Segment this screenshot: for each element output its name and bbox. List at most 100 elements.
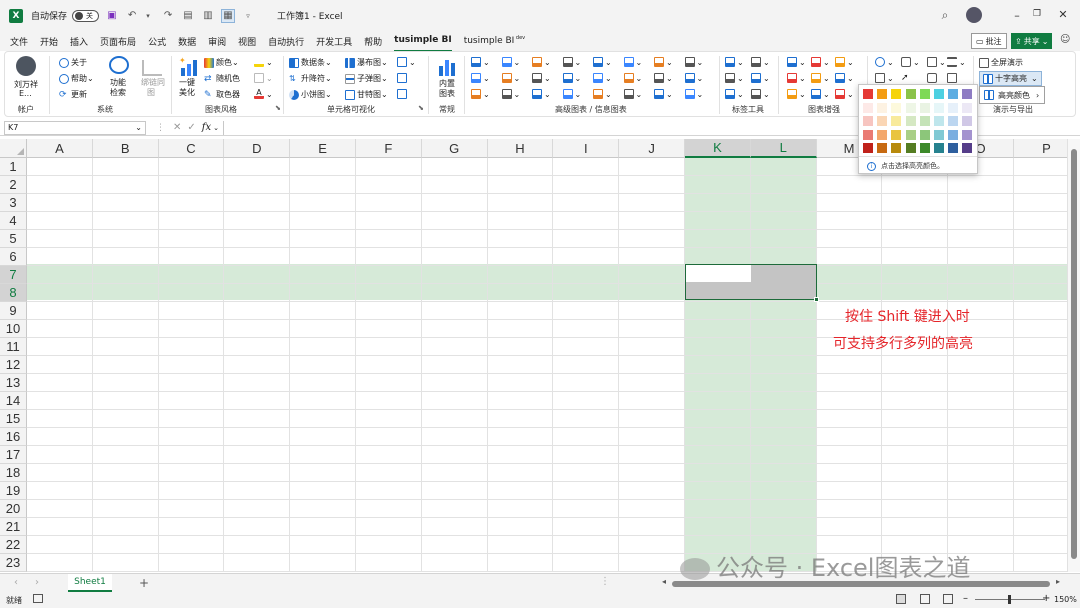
color-swatch[interactable] (962, 89, 973, 99)
label-grid-button[interactable]: ⌄ (751, 73, 770, 83)
tab-9[interactable]: 开发工具 (310, 35, 358, 48)
save-icon[interactable]: ▣ (105, 9, 119, 23)
tab-6[interactable]: 审阅 (202, 35, 232, 48)
column-header-F[interactable]: F (356, 139, 422, 158)
color-button[interactable]: 颜色 ⌄ (204, 57, 239, 68)
tab-4[interactable]: 公式 (142, 35, 172, 48)
enhance-grid-button[interactable]: ⌄ (811, 57, 830, 67)
dialog-launcher-icon[interactable]: ⬊ (275, 104, 281, 112)
tab-8[interactable]: 自动执行 (262, 35, 310, 48)
color-swatch[interactable] (962, 102, 973, 113)
row-header-3[interactable]: 3 (0, 194, 27, 212)
prev-sheet-icon[interactable]: ‹ (14, 577, 18, 588)
enhance-grid-button[interactable]: ⌄ (787, 89, 806, 99)
color-swatch[interactable] (948, 89, 959, 99)
adv-grid-button[interactable]: ⌄ (471, 89, 490, 99)
zoom-slider-thumb[interactable] (1008, 595, 1011, 604)
clipboard-icon[interactable]: ▤ (181, 9, 195, 23)
row-header-19[interactable]: 19 (0, 482, 27, 500)
enter-icon[interactable]: ✓ (187, 122, 195, 133)
row-header-10[interactable]: 10 (0, 320, 27, 338)
row-header-15[interactable]: 15 (0, 410, 27, 428)
enhance-grid-button[interactable]: ⌄ (835, 89, 854, 99)
avatar[interactable] (966, 7, 982, 23)
color-swatch[interactable] (934, 129, 944, 140)
shape-button[interactable]: ⌄ (901, 57, 920, 67)
tab-3[interactable]: 页面布局 (94, 35, 142, 48)
adv-grid-button[interactable]: ⌄ (471, 57, 490, 67)
column-header-H[interactable]: H (487, 139, 554, 158)
user-avatar[interactable] (16, 56, 36, 76)
vertical-scrollbar[interactable] (1067, 139, 1080, 572)
comment-button[interactable]: ▭ 批注 (971, 33, 1007, 49)
label-grid-button[interactable]: ⌄ (751, 57, 770, 67)
font-color-button[interactable]: A ⌄ (254, 89, 273, 99)
enhance-grid-button[interactable]: ⌄ (811, 89, 830, 99)
more-options-icon[interactable]: ⋮ (600, 576, 610, 587)
highlight-color-menu-item[interactable]: 高亮颜色 › (979, 86, 1045, 104)
color-swatch[interactable] (877, 102, 888, 113)
autosave-toggle[interactable]: 关 (72, 9, 100, 22)
color-swatch[interactable] (891, 116, 902, 126)
row-header-12[interactable]: 12 (0, 356, 27, 374)
adv-grid-button[interactable]: ⌄ (654, 57, 673, 67)
redo-icon[interactable]: ↷ (161, 9, 175, 23)
fill-handle[interactable] (814, 297, 819, 302)
adv-grid-button[interactable]: ⌄ (654, 89, 673, 99)
undo-icon[interactable]: ↶ (125, 9, 139, 23)
column-header-D[interactable]: D (224, 139, 291, 158)
adv-grid-button[interactable]: ⌄ (532, 57, 551, 67)
gallery-button[interactable]: ⌄ (927, 57, 946, 67)
row-header-18[interactable]: 18 (0, 464, 27, 482)
column-header-B[interactable]: B (92, 139, 159, 158)
color-swatch[interactable] (962, 116, 973, 126)
search-feature-icon[interactable] (109, 56, 129, 74)
row-header-4[interactable]: 4 (0, 212, 27, 230)
tab-5[interactable]: 数据 (172, 35, 202, 48)
tab-7[interactable]: 视图 (232, 35, 262, 48)
color-swatch[interactable] (891, 102, 902, 113)
adv-grid-button[interactable]: ⌄ (593, 57, 612, 67)
add-sheet-icon[interactable]: + (139, 576, 149, 590)
color-swatch[interactable] (948, 116, 959, 126)
color-swatch[interactable] (891, 89, 902, 99)
color-swatch[interactable] (877, 89, 888, 99)
adv-grid-button[interactable]: ⌄ (684, 73, 703, 83)
list-button[interactable]: ⌄ (947, 57, 966, 67)
updown-button[interactable]: ⇅ 升降符 ⌄ (289, 73, 332, 84)
name-box[interactable]: K7 ⌄ (4, 120, 146, 135)
cellviz-more-button-1[interactable]: ⌄ (397, 57, 416, 67)
dialog-launcher-icon[interactable]: ⬊ (418, 104, 424, 112)
help-button[interactable]: 帮助 ⌄ (59, 73, 94, 84)
search-icon[interactable]: ⌕ (938, 8, 952, 23)
color-swatch[interactable] (863, 89, 873, 99)
color-swatch[interactable] (962, 129, 973, 140)
adv-grid-button[interactable]: ⌄ (593, 89, 612, 99)
color-swatch[interactable] (934, 102, 944, 113)
row-header-7[interactable]: 7 (0, 266, 27, 284)
color-swatch[interactable] (919, 89, 930, 99)
magic-wand-icon[interactable]: ✦ (179, 56, 197, 76)
label-grid-button[interactable]: ⌄ (725, 73, 744, 83)
color-swatch[interactable] (891, 129, 902, 140)
adv-grid-button[interactable]: ⌄ (501, 57, 520, 67)
row-header-5[interactable]: 5 (0, 230, 27, 248)
color-swatch[interactable] (919, 102, 930, 113)
undo-dropdown-icon[interactable]: ▾ (141, 9, 155, 23)
tab-10[interactable]: 帮助 (358, 35, 388, 48)
adv-grid-button[interactable]: ⌄ (654, 73, 673, 83)
color-swatch[interactable] (905, 102, 916, 113)
color-swatch[interactable] (934, 143, 944, 153)
adv-grid-button[interactable]: ⌄ (562, 57, 581, 67)
column-header-I[interactable]: I (553, 139, 620, 158)
feedback-icon[interactable]: ☺ (1060, 34, 1070, 45)
adv-grid-button[interactable]: ⌄ (623, 73, 642, 83)
row-header-14[interactable]: 14 (0, 392, 27, 410)
row-header-20[interactable]: 20 (0, 500, 27, 518)
adv-grid-button[interactable]: ⌄ (684, 57, 703, 67)
row-header-11[interactable]: 11 (0, 338, 27, 356)
databar-button[interactable]: 数据条 ⌄ (289, 57, 332, 68)
color-swatch[interactable] (863, 102, 873, 113)
label-grid-button[interactable]: ⌄ (725, 57, 744, 67)
row-header-8[interactable]: 8 (0, 284, 27, 302)
